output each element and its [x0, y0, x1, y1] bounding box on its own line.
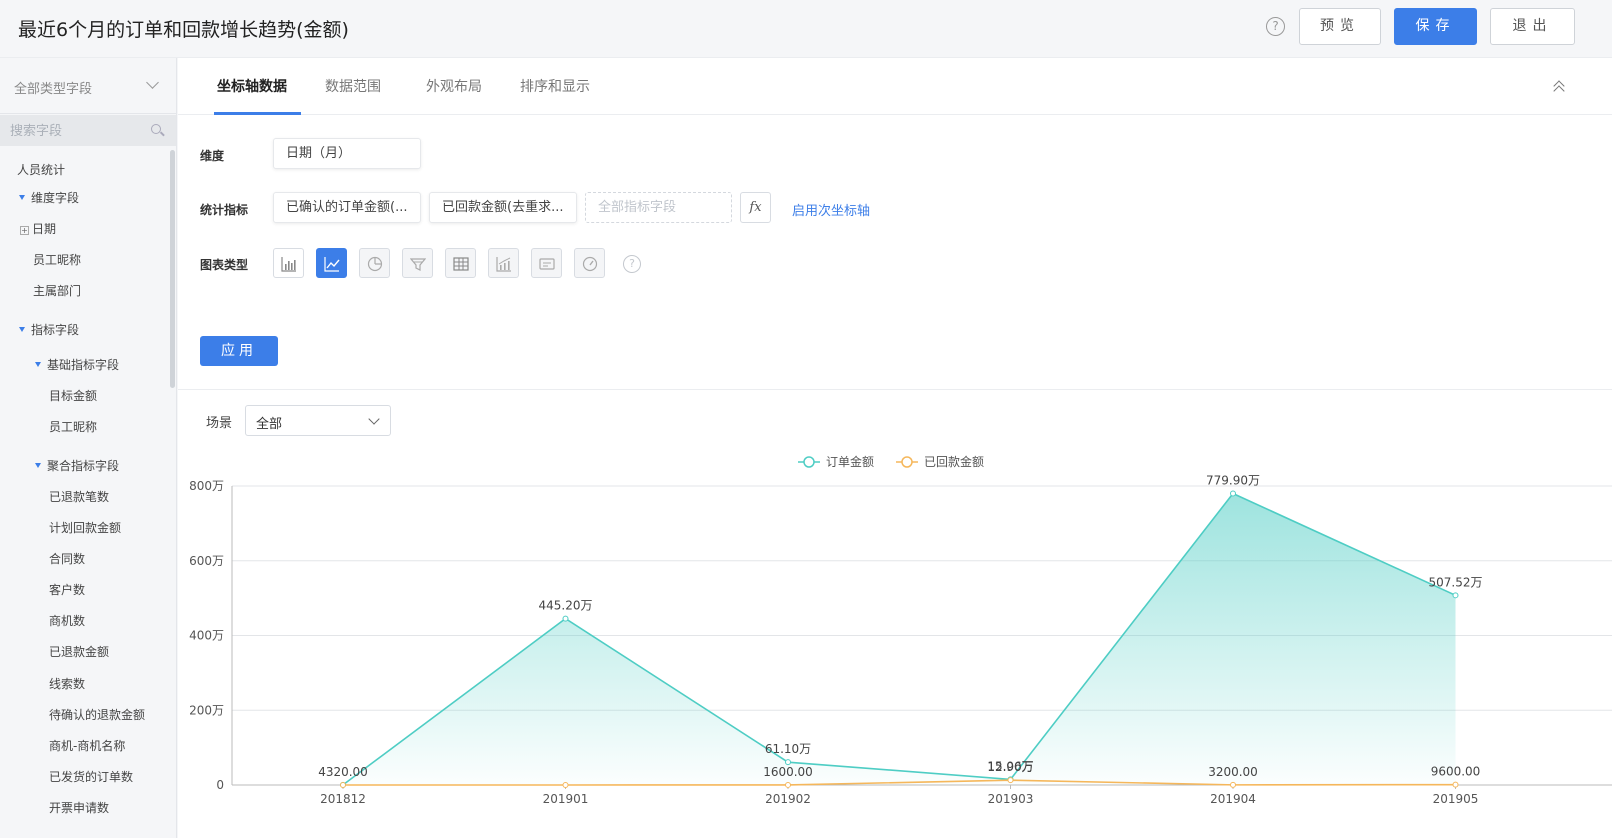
tree-item-label: 基础指标字段 — [47, 358, 120, 372]
data-point — [1452, 781, 1459, 788]
caret-down-icon — [35, 362, 41, 367]
caret-down-icon — [19, 327, 25, 332]
save-button[interactable]: 保存 — [1394, 8, 1477, 45]
tree-item-refund-count[interactable]: 已退款笔数 — [49, 488, 109, 505]
tree-item-label: 已退款笔数 — [49, 490, 110, 504]
exit-button[interactable]: 退出 — [1490, 8, 1575, 45]
tree-item-nickname-metric[interactable]: 员工昵称 — [49, 418, 97, 435]
legend-label: 已回款金额 — [924, 454, 984, 469]
data-point — [1230, 490, 1236, 497]
y-tick-label: 800万 — [189, 479, 224, 493]
tree-item-label: 商机-商机名称 — [49, 739, 126, 753]
data-label: 1600.00 — [763, 765, 813, 779]
legend-marker — [803, 456, 815, 468]
tree-item-shipped-orders[interactable]: 已发货的订单数 — [49, 768, 133, 785]
header-bar: 最近6个月的订单和回款增长趋势(金额) ? 预览 保存 退出 — [0, 0, 1612, 58]
field-type-dropdown[interactable]: 全部类型字段 — [0, 58, 176, 114]
tree-item-label: 目标金额 — [49, 389, 98, 403]
tree-item-label: 待确认的退款金额 — [49, 708, 146, 722]
preview-button[interactable]: 预览 — [1299, 8, 1381, 45]
data-point — [1452, 592, 1459, 599]
tree-item-invoice-requests[interactable]: 开票申请数 — [49, 799, 109, 816]
tree-item-label: 员工昵称 — [49, 420, 98, 434]
tree-item-opportunity-count[interactable]: 商机数 — [49, 612, 85, 629]
x-tick-label: 201903 — [988, 792, 1034, 806]
page-title: 最近6个月的订单和回款增长趋势(金额) — [18, 19, 349, 41]
caret-down-icon — [35, 463, 41, 468]
data-label: 507.52万 — [1429, 575, 1483, 589]
search-icon[interactable] — [151, 124, 161, 134]
x-tick-label: 201812 — [320, 792, 366, 806]
tree-item-customer-count[interactable]: 客户数 — [49, 581, 85, 598]
tree-group-personnel[interactable]: 人员统计 — [17, 161, 65, 178]
tree-item-label: 聚合指标字段 — [47, 459, 120, 473]
tree-item-pending-refund[interactable]: 待确认的退款金额 — [49, 706, 145, 723]
y-tick-label: 400万 — [189, 629, 224, 643]
tree-item-target-amount[interactable]: 目标金额 — [49, 387, 97, 404]
line-chart: 0 200万 400万 600万 800万 201812 201901 201902 20190… — [189, 454, 1612, 806]
main-panel: 坐标轴数据 数据范围 外观布局 排序和显示 维度 日期（月） 统计指标 已确认的… — [178, 58, 1612, 838]
tree-item-label: 客户数 — [49, 583, 86, 597]
tree-group-metrics[interactable]: 指标字段 — [19, 321, 79, 338]
tree-item-label: 商机数 — [49, 614, 86, 628]
tree-item-label: 日期 — [32, 222, 57, 236]
x-tick-label: 201905 — [1433, 792, 1479, 806]
tree-item-label: 指标字段 — [31, 323, 80, 337]
tree-item-contract-count[interactable]: 合同数 — [49, 550, 85, 567]
data-point — [785, 781, 791, 788]
tree-item-label: 开票申请数 — [49, 801, 110, 815]
tree-item-refund-amount[interactable]: 已退款金额 — [49, 643, 109, 660]
data-point — [562, 615, 569, 622]
scrollbar[interactable] — [170, 150, 175, 388]
tree-item-date[interactable]: + 日期 — [20, 220, 56, 237]
data-label: 4320.00 — [318, 765, 368, 779]
data-point — [340, 782, 346, 788]
data-point — [785, 759, 791, 766]
field-type-label: 全部类型字段 — [14, 82, 93, 97]
tree-item-lead-count[interactable]: 线索数 — [49, 675, 85, 692]
data-label: 779.90万 — [1206, 474, 1260, 488]
tree-group-aggregate-metrics[interactable]: 聚合指标字段 — [35, 457, 119, 474]
data-point — [1007, 777, 1014, 784]
y-tick-label: 200万 — [189, 703, 224, 717]
search-input[interactable] — [10, 120, 140, 142]
tree-item-label: 已退款金额 — [49, 645, 110, 659]
data-point — [562, 782, 569, 788]
x-tick-label: 201904 — [1210, 792, 1256, 806]
tree-group-basic-metrics[interactable]: 基础指标字段 — [35, 356, 119, 373]
tree-item-nickname[interactable]: 员工昵称 — [33, 251, 81, 268]
y-tick-label: 0 — [216, 778, 224, 792]
expand-plus-icon[interactable]: + — [20, 226, 29, 235]
tree-item-label: 线索数 — [49, 677, 86, 691]
tree-item-label: 维度字段 — [31, 191, 80, 205]
tree-item-label: 员工昵称 — [33, 253, 82, 267]
tree-group-dimension[interactable]: 维度字段 — [19, 189, 79, 206]
tree-item-label: 主属部门 — [33, 284, 82, 298]
help-icon[interactable]: ? — [1266, 17, 1285, 36]
series-area — [343, 493, 1456, 785]
legend-label: 订单金额 — [826, 454, 874, 469]
tree-item-label: 合同数 — [49, 552, 86, 566]
data-label: 9600.00 — [1431, 765, 1481, 779]
tree-item-label: 计划回款金额 — [49, 521, 122, 535]
search-box — [0, 115, 176, 146]
chevron-down-icon — [146, 76, 159, 89]
tree-item-label: 已发货的订单数 — [49, 770, 134, 784]
data-label: 61.10万 — [765, 742, 811, 756]
y-tick-label: 600万 — [189, 554, 224, 568]
x-tick-label: 201902 — [765, 792, 811, 806]
tree-item-planned-payment[interactable]: 计划回款金额 — [49, 519, 121, 536]
data-label: 445.20万 — [539, 599, 593, 613]
tree-item-opportunity-name[interactable]: 商机-商机名称 — [49, 737, 125, 754]
legend-marker — [901, 456, 913, 468]
x-tick-label: 201901 — [543, 792, 589, 806]
tree-item-label: 人员统计 — [17, 163, 66, 177]
data-point — [1230, 781, 1236, 788]
tree-item-department[interactable]: 主属部门 — [33, 282, 81, 299]
data-label: 12.90万 — [987, 760, 1033, 774]
data-label: 3200.00 — [1208, 765, 1258, 779]
field-sidebar: 全部类型字段 人员统计 维度字段 +日期 员工昵称 主属部门 指标字段 基础指标… — [0, 58, 177, 838]
caret-down-icon — [19, 195, 25, 200]
